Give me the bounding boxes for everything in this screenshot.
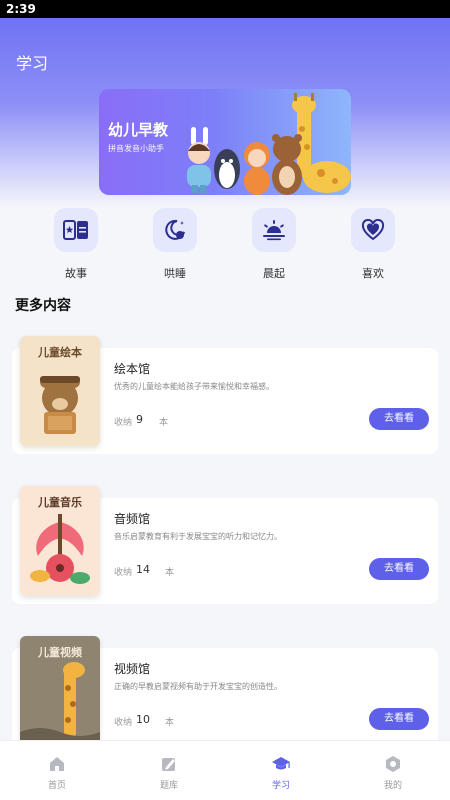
card-thumbnail: 儿童音乐	[20, 486, 100, 596]
feature-favorite-label: 喜欢	[362, 267, 384, 280]
count-value: 10	[136, 713, 150, 726]
count-value: 9	[136, 413, 143, 426]
go-see-button[interactable]: 去看看	[369, 408, 429, 430]
heart-icon	[351, 208, 395, 252]
status-bar: 2:39	[0, 0, 450, 18]
card-description: 正确的早教启蒙视频有助于开发宝宝的创造性。	[114, 682, 282, 691]
profile-icon	[386, 756, 400, 772]
moon-icon	[153, 208, 197, 252]
feature-story[interactable]: 故事	[41, 208, 111, 281]
page-title: 学习	[16, 54, 49, 73]
list-item[interactable]: 儿童视频 视频馆 正确的早教启蒙视频有助于开发宝宝的创造性。 收纳 10 本 去…	[12, 636, 438, 754]
tab-question-bank[interactable]: 题库	[139, 755, 199, 791]
card-thumbnail: 儿童绘本	[20, 336, 100, 446]
card-description: 音乐启蒙教育有利于发展宝宝的听力和记忆力。	[114, 532, 282, 541]
graduation-cap-icon	[272, 757, 290, 770]
edit-icon	[162, 758, 175, 771]
feature-morning[interactable]: 晨起	[239, 208, 309, 281]
sunrise-icon	[252, 208, 296, 252]
tab-study-label: 学习	[271, 781, 290, 791]
banner[interactable]: 幼儿早教 拼音发音小助手	[99, 89, 351, 195]
tab-question-bank-label: 题库	[159, 781, 178, 791]
count-label: 收纳	[114, 718, 133, 728]
count-value: 14	[136, 563, 150, 576]
count-unit: 本	[165, 718, 175, 728]
tab-home[interactable]: 首页	[27, 755, 87, 791]
list-item[interactable]: 儿童绘本 绘本馆 优秀的儿童绘本能给孩子带来愉悦和幸福感。 收纳 9 本 去看看	[12, 336, 438, 454]
tab-mine[interactable]: 我的	[363, 755, 423, 791]
card-name: 绘本馆	[114, 362, 151, 376]
tab-study[interactable]: 学习	[251, 755, 311, 791]
tab-home-label: 首页	[47, 781, 66, 791]
tab-mine-label: 我的	[383, 781, 402, 791]
bottom-tab-bar: 首页 题库 学习 我的	[0, 740, 450, 800]
count-unit: 本	[165, 568, 175, 578]
count-label: 收纳	[114, 568, 133, 578]
feature-sleep[interactable]: 哄睡	[140, 208, 210, 281]
feature-favorite[interactable]: 喜欢	[338, 208, 408, 281]
go-see-button[interactable]: 去看看	[369, 558, 429, 580]
banner-illustration	[187, 93, 351, 195]
feature-sleep-label: 哄睡	[164, 267, 186, 280]
card-description: 优秀的儿童绘本能给孩子带来愉悦和幸福感。	[114, 382, 274, 391]
feature-row: 故事 哄睡 晨起 喜欢	[0, 208, 450, 288]
count-label: 收纳	[114, 418, 133, 428]
story-book-icon	[54, 208, 98, 252]
card-name: 视频馆	[114, 662, 151, 676]
go-see-button[interactable]: 去看看	[369, 708, 429, 730]
card-thumbnail: 儿童视频	[20, 636, 100, 746]
feature-story-label: 故事	[65, 267, 87, 280]
home-icon	[50, 757, 64, 771]
section-title: 更多内容	[15, 298, 71, 314]
status-time: 2:39	[6, 2, 36, 16]
list-item[interactable]: 儿童音乐 音频馆 音乐启蒙教育有利于发展宝宝的听力和记忆力。 收纳 14 本 去…	[12, 486, 438, 604]
card-name: 音频馆	[114, 512, 151, 526]
feature-morning-label: 晨起	[263, 267, 285, 280]
count-unit: 本	[159, 418, 169, 428]
